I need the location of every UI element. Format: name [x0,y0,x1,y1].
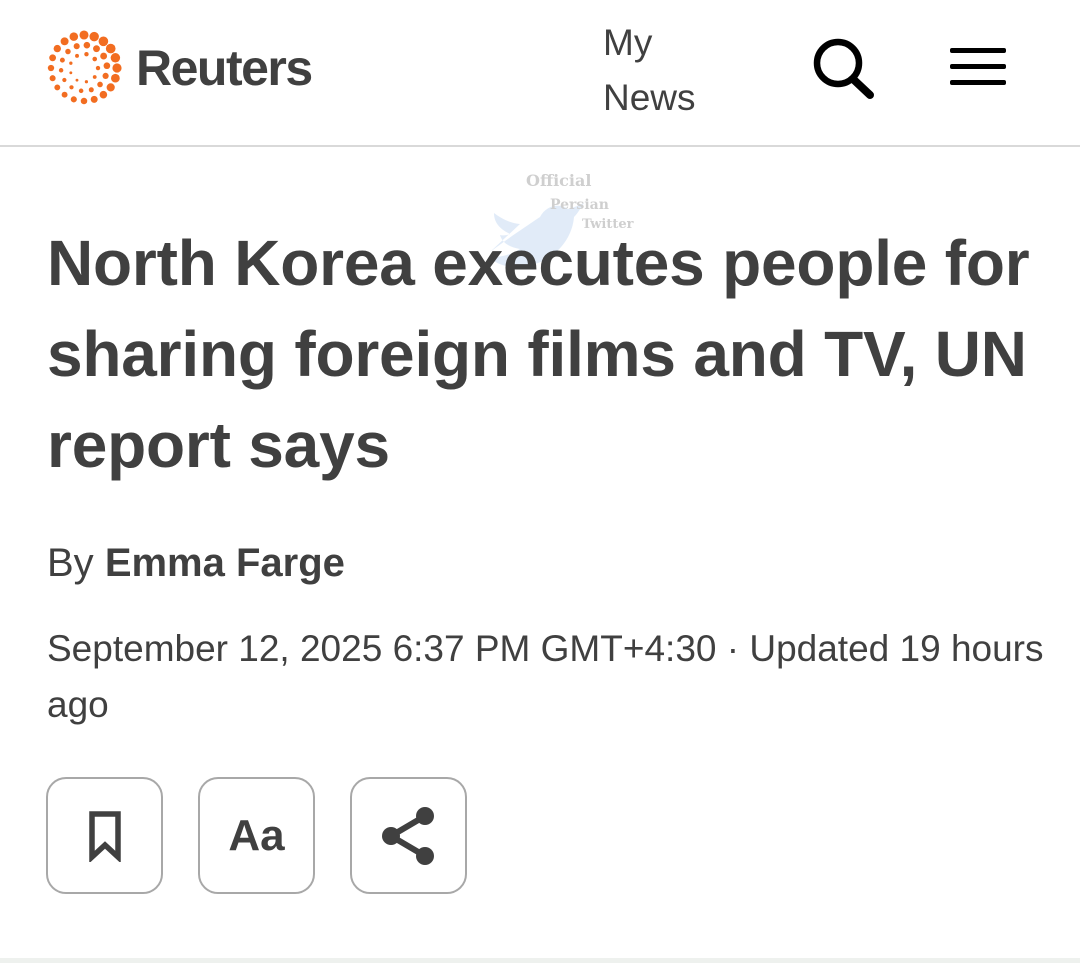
watermark-line2: Persian [550,197,609,213]
logo-dot [100,52,108,60]
logo-dot [69,32,79,41]
logo-dot [73,43,80,50]
logo-dot [61,91,68,98]
logo-dot [49,75,56,82]
logo-dot [93,45,100,53]
article-headline: North Korea executes people for sharing … [47,227,1030,481]
logo-dot [103,62,111,70]
share-button[interactable] [350,777,467,894]
logo-dot [49,54,57,62]
my-news-label-line1: My [603,22,653,63]
logo-dot [62,77,67,83]
logo-dot [80,97,88,105]
logo-dot [99,90,108,99]
logo-dot [105,43,116,54]
menu-button[interactable] [946,42,1010,92]
logo-dot [47,64,55,72]
logo-dot [111,73,120,83]
logo-dot [78,88,84,94]
logo-dot [97,81,103,88]
article-dateline: September 12, 2025 6:37 PM GMT+4:30 · Up… [47,628,1044,725]
bottom-edge [0,958,1080,963]
logo-dot [92,75,97,79]
logo-dot [75,78,79,82]
site-header: Reuters My News [0,0,1080,147]
my-news-label-line2: News [603,77,696,118]
logo-dot [69,61,73,65]
logo-dot [92,56,98,62]
logo-dot [58,68,64,73]
logo-dot [110,53,121,63]
logo-dot [65,48,71,55]
logo-dot [84,52,89,57]
logo-dot [83,41,91,49]
article-byline: By Emma Farge [47,538,345,588]
logo-dot [70,96,77,103]
text-size-label: Aa [228,810,285,860]
logo-dot [112,63,122,73]
reuters-logo[interactable]: Reuters [44,26,313,110]
watermark-line1: Official [526,171,592,190]
hamburger-menu-icon [950,48,1006,85]
logo-dot [54,84,61,91]
author-link[interactable]: Emma Farge [105,541,345,585]
share-icon [381,806,434,865]
logo-dot [69,85,74,90]
logo-dot [89,31,99,42]
article-actions: Aa [46,777,502,894]
logo-dot [95,65,101,71]
byline-prefix: By [47,541,94,585]
search-button[interactable] [808,34,878,102]
my-news-link[interactable]: My News [603,15,696,125]
brand-name: Reuters [136,40,313,96]
text-size-button[interactable]: Aa [198,777,315,894]
bookmark-icon [88,810,121,862]
logo-dot [53,44,61,53]
logo-dot [75,53,79,58]
search-icon [813,38,874,99]
bookmark-button[interactable] [46,777,163,894]
logo-dot [59,57,65,63]
logo-dot [69,71,73,75]
logo-dot [88,87,94,93]
logo-dot [102,72,109,79]
logo-dot [98,36,109,47]
logo-dot [79,30,89,40]
logo-dot [84,80,89,84]
reuters-logo-icon [47,30,122,105]
logo-dot [90,95,98,103]
logo-dot [60,37,69,46]
logo-dot [106,83,115,92]
